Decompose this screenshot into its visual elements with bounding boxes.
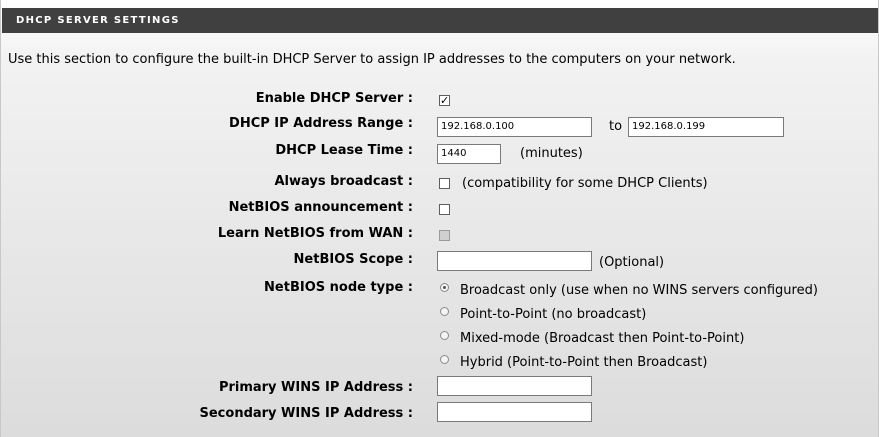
learn-netbios-wan-checkbox[interactable] [439,230,450,241]
node-type-broadcast-label: Broadcast only (use when no WINS servers… [460,283,818,298]
dhcp-settings-panel: DHCP SERVER SETTINGS Use this section to… [0,0,879,437]
lease-time-input[interactable]: 1440 [437,144,501,164]
ip-range-to-label: to [609,119,623,134]
node-type-mixed-radio[interactable] [440,331,449,340]
ip-range-end-input[interactable]: 192.168.0.199 [628,117,784,137]
ip-range-start-input[interactable]: 192.168.0.100 [437,117,592,137]
secondary-wins-input[interactable] [437,402,592,422]
lease-time-unit: (minutes) [520,146,583,161]
primary-wins-input[interactable] [437,376,592,396]
enable-dhcp-label: Enable DHCP Server : [255,91,413,106]
netbios-scope-label: NetBIOS Scope : [293,252,413,267]
node-type-p2p-label: Point-to-Point (no broadcast) [460,307,647,322]
netbios-scope-input[interactable] [437,251,592,271]
enable-dhcp-checkbox[interactable]: ✓ [439,95,450,106]
netbios-announcement-checkbox[interactable] [439,204,450,215]
node-type-hybrid-radio[interactable] [440,355,449,364]
always-broadcast-label: Always broadcast : [274,174,413,189]
lease-time-label: DHCP Lease Time : [275,143,413,158]
section-description: Use this section to configure the built-… [8,52,736,67]
node-type-mixed-label: Mixed-mode (Broadcast then Point-to-Poin… [460,331,745,346]
always-broadcast-checkbox[interactable] [439,178,450,189]
netbios-announcement-label: NetBIOS announcement : [228,200,413,215]
ip-range-label: DHCP IP Address Range : [229,116,413,131]
learn-netbios-wan-label: Learn NetBIOS from WAN : [217,226,413,241]
section-header: DHCP SERVER SETTINGS [2,8,878,33]
node-type-p2p-radio[interactable] [440,307,449,316]
always-broadcast-note: (compatibility for some DHCP Clients) [462,176,708,191]
netbios-scope-note: (Optional) [599,255,665,270]
secondary-wins-label: Secondary WINS IP Address : [199,406,414,421]
primary-wins-label: Primary WINS IP Address : [218,380,413,395]
node-type-broadcast-radio[interactable] [440,283,449,292]
netbios-node-type-label: NetBIOS node type : [264,280,413,295]
node-type-hybrid-label: Hybrid (Point-to-Point then Broadcast) [460,355,708,370]
